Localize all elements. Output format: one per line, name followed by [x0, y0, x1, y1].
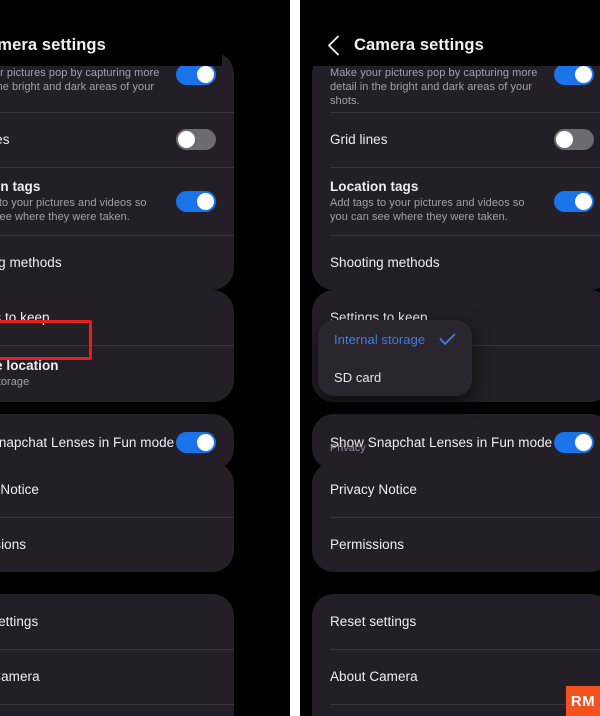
toggle-knob — [197, 66, 214, 83]
toggle-knob — [575, 433, 592, 451]
about-camera-label: About Camera — [330, 669, 418, 684]
hdr-toggle[interactable] — [176, 64, 216, 85]
grid-lines-toggle[interactable] — [176, 129, 216, 150]
check-icon — [429, 333, 456, 346]
watermark-badge: RM — [566, 686, 600, 716]
grid-lines-toggle[interactable] — [554, 129, 594, 150]
storage-location-value: Internal storage — [0, 376, 30, 388]
option-label: Internal storage — [334, 331, 426, 347]
page-title: Camera settings — [0, 35, 106, 54]
row-grid-lines[interactable]: Grid lines — [0, 112, 234, 167]
location-tags-toggle[interactable] — [176, 190, 216, 212]
toggle-knob — [197, 433, 214, 451]
row-permissions[interactable]: Permissions — [312, 517, 600, 572]
settings-card-privacy: Privacy Notice Permissions — [0, 462, 234, 572]
row-permissions[interactable]: Permissions — [0, 517, 234, 572]
row-reset-settings[interactable]: Reset settings — [312, 594, 600, 649]
right-phone-panel: Camera settings Make your pictures pop b… — [300, 0, 600, 716]
status-bar — [300, 0, 600, 24]
app-bar: Camera settings — [0, 24, 222, 66]
hdr-description: Make your pictures pop by capturing more… — [0, 67, 160, 93]
privacy-notice-label: Privacy Notice — [330, 482, 417, 497]
settings-scroll-body[interactable]: Make your pictures pop by capturing more… — [300, 52, 600, 716]
privacy-section-header: Privacy — [330, 442, 366, 454]
permissions-label: Permissions — [0, 537, 27, 552]
location-tags-description: Add tags to your pictures and videos so … — [330, 196, 525, 223]
snapchat-lenses-label: Show Snapchat Lenses in Fun mode — [0, 434, 175, 450]
privacy-notice-label: Privacy Notice — [0, 482, 39, 497]
row-contact-us[interactable]: Contact us — [312, 704, 600, 716]
row-about-camera[interactable]: About Camera — [312, 649, 600, 704]
shooting-methods-label: Shooting methods — [330, 255, 440, 270]
reset-settings-label: Reset settings — [0, 614, 39, 629]
toggle-knob — [575, 192, 592, 210]
row-location-tags[interactable]: Location tags Add tags to your pictures … — [0, 167, 234, 235]
row-privacy-notice[interactable]: Privacy Notice — [312, 462, 600, 517]
shooting-methods-label: Shooting methods — [0, 255, 62, 270]
row-grid-lines[interactable]: Grid lines — [312, 112, 600, 167]
settings-to-keep-label: Settings to keep — [0, 310, 50, 325]
settings-card-capture: Make your pictures pop by capturing more… — [312, 52, 600, 290]
settings-card-misc: Reset settings About Camera Contact us — [312, 594, 600, 716]
toggle-knob — [197, 192, 214, 210]
snapchat-lenses-toggle[interactable] — [176, 431, 216, 453]
row-shooting-methods[interactable]: Shooting methods — [312, 235, 600, 290]
row-about-camera[interactable]: About Camera — [0, 649, 234, 704]
left-phone-panel: Camera settings Make your pictures pop b… — [0, 0, 290, 716]
row-storage-location[interactable]: Storage location Internal storage — [0, 345, 234, 402]
row-privacy-notice[interactable]: Privacy Notice — [0, 462, 234, 517]
storage-location-label: Storage location — [0, 358, 59, 373]
row-contact-us[interactable]: Contact us — [0, 704, 234, 716]
toggle-knob — [178, 131, 195, 148]
status-bar — [0, 0, 222, 24]
row-location-tags[interactable]: Location tags Add tags to your pictures … — [312, 167, 600, 235]
location-tags-description: Add tags to your pictures and videos so … — [0, 196, 147, 223]
location-tags-label: Location tags — [0, 178, 41, 194]
settings-card-capture: Make your pictures pop by capturing more… — [0, 52, 234, 290]
hdr-description: Make your pictures pop by capturing more… — [330, 67, 538, 107]
chevron-left-icon[interactable] — [318, 30, 348, 60]
left-panel-viewport: Camera settings Make your pictures pop b… — [0, 0, 234, 716]
dropdown-option-internal-storage[interactable]: Internal storage — [318, 320, 472, 358]
page-title: Camera settings — [354, 35, 484, 54]
row-shooting-methods[interactable]: Shooting methods — [0, 235, 234, 290]
option-label: SD card — [334, 369, 382, 385]
about-camera-label: About Camera — [0, 669, 40, 684]
snapchat-lenses-toggle[interactable] — [554, 431, 594, 453]
toggle-knob — [556, 131, 573, 148]
app-bar: Camera settings — [300, 24, 600, 66]
row-settings-to-keep[interactable]: Settings to keep — [0, 290, 234, 345]
permissions-label: Permissions — [330, 537, 405, 552]
grid-lines-label: Grid lines — [0, 132, 10, 147]
settings-scroll-body[interactable]: Make your pictures pop by capturing more… — [0, 52, 234, 716]
right-panel-viewport: Camera settings Make your pictures pop b… — [300, 0, 600, 716]
reset-settings-label: Reset settings — [330, 614, 417, 629]
dropdown-option-sd-card[interactable]: SD card — [318, 358, 472, 396]
hdr-toggle[interactable] — [554, 64, 594, 85]
settings-card-privacy: Privacy Notice Permissions — [312, 462, 600, 572]
location-tags-toggle[interactable] — [554, 190, 594, 212]
toggle-knob — [575, 66, 592, 83]
screenshot-stage: Camera settings Make your pictures pop b… — [0, 0, 600, 716]
grid-lines-label: Grid lines — [330, 132, 388, 147]
row-reset-settings[interactable]: Reset settings — [0, 594, 234, 649]
storage-location-dropdown[interactable]: Internal storage SD card — [318, 320, 472, 396]
panel-gap — [290, 0, 300, 716]
location-tags-label: Location tags — [330, 178, 419, 194]
settings-card-storage: Settings to keep Storage location Intern… — [0, 290, 234, 402]
settings-card-misc: Reset settings About Camera Contact us — [0, 594, 234, 716]
